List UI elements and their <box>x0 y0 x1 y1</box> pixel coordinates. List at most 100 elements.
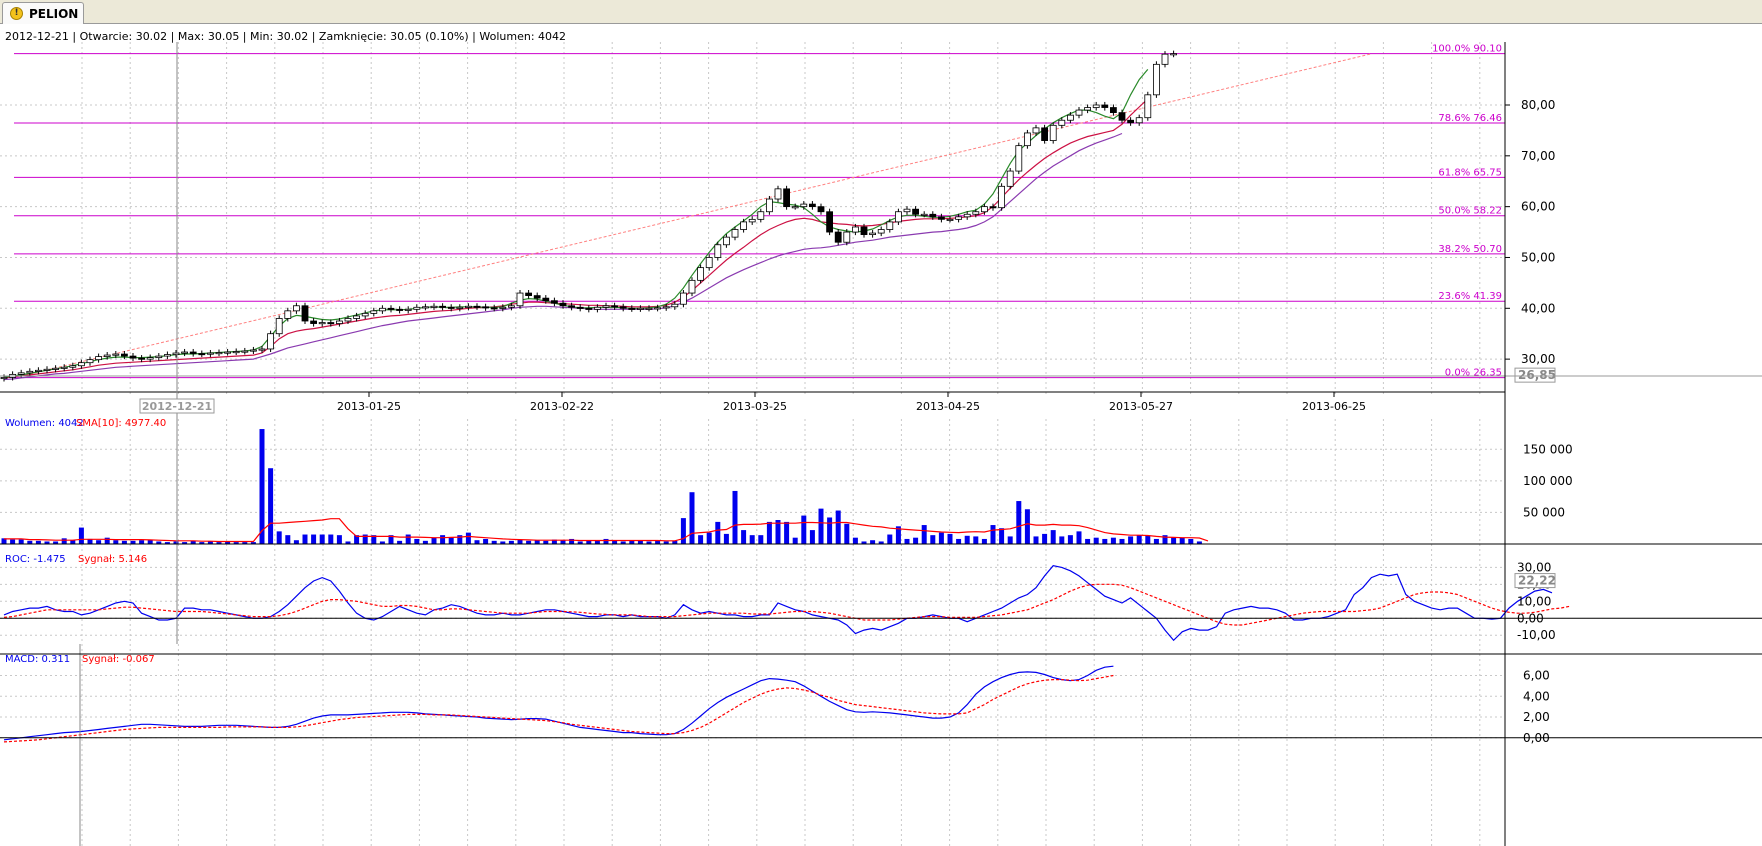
candle <box>378 307 386 312</box>
volume-bar <box>405 534 411 544</box>
candle <box>103 354 111 357</box>
volume-bar <box>603 538 609 544</box>
y-tick-label: 4,00 <box>1523 689 1550 703</box>
volume-bar <box>930 535 936 544</box>
candle <box>404 308 412 311</box>
cursor-date-label: 2012-12-21 <box>142 400 212 413</box>
volume-bar <box>311 534 317 544</box>
last-price-label: 26,85 <box>1518 368 1556 382</box>
sma-long-line <box>3 132 1123 381</box>
y-tick-label: 2,00 <box>1523 710 1550 724</box>
candle <box>370 310 378 314</box>
volume-bar <box>1033 536 1039 544</box>
candle <box>1118 112 1126 121</box>
candle <box>1135 117 1143 124</box>
volume-legend: Wolumen: 4042 <box>5 418 84 429</box>
candle <box>525 292 532 296</box>
candle <box>1032 127 1040 134</box>
y-tick-label: 30,00 <box>1517 560 1551 574</box>
trend-line <box>19 53 1373 377</box>
candle <box>576 306 584 309</box>
volume-bar <box>852 537 858 544</box>
sma-short-line <box>3 69 1149 378</box>
fib-level-label: 78.6% 76.46 <box>1438 113 1502 124</box>
volume-bar <box>784 521 790 544</box>
candle <box>292 305 300 312</box>
candle <box>172 352 180 355</box>
candle <box>1024 132 1031 147</box>
candle <box>275 318 283 335</box>
volume-bar <box>61 538 67 544</box>
candle <box>662 306 670 309</box>
volume-bar <box>1059 536 1065 544</box>
volume-bar <box>715 521 721 544</box>
volume-bar <box>723 533 729 544</box>
volume-bar <box>844 523 850 544</box>
roc-legend: ROC: -1.475 <box>5 554 66 565</box>
y-tick-label: 150 000 <box>1523 442 1573 456</box>
y-tick-label: 30,00 <box>1521 352 1555 366</box>
roc-signal-legend: Sygnał: 5.146 <box>78 554 147 565</box>
stock-chart[interactable]: 100.0% 90.10 78.6% 76.46 61.8% 65.75 50.0% … <box>0 24 1762 846</box>
candle <box>611 305 618 308</box>
candle <box>249 349 257 352</box>
volume-bar <box>827 517 833 544</box>
volume-bar <box>18 539 24 544</box>
candle <box>1049 124 1057 141</box>
volume-bar <box>680 518 686 544</box>
candle <box>1075 109 1083 116</box>
candle <box>353 315 361 319</box>
candle <box>138 357 146 360</box>
volume-sma-legend: SMA[10]: 4977.40 <box>76 418 166 429</box>
candle <box>826 211 833 233</box>
candle <box>1127 119 1134 124</box>
candle <box>766 198 773 213</box>
tab-pelion[interactable]: ! PELION <box>2 2 84 24</box>
candle <box>843 231 851 243</box>
candle <box>740 221 747 230</box>
candle <box>542 297 550 302</box>
candle <box>198 353 206 356</box>
candle <box>206 352 214 355</box>
y-tick-label: -10,00 <box>1517 628 1556 642</box>
x-tick-label: 2013-04-25 <box>916 400 980 413</box>
candle <box>551 300 558 304</box>
volume-bar <box>835 510 841 544</box>
volume-bar <box>1102 538 1108 544</box>
x-tick-label: 2013-02-22 <box>530 400 594 413</box>
y-tick-label: 100 000 <box>1523 474 1573 488</box>
candle <box>800 203 808 208</box>
volume-bar <box>1076 531 1082 544</box>
candle <box>877 229 885 234</box>
macd-signal-line <box>3 674 1114 743</box>
volume-bar <box>698 535 704 544</box>
volume-bar <box>293 540 299 544</box>
candle <box>1110 107 1117 114</box>
candle <box>645 307 653 310</box>
candle <box>602 305 610 308</box>
volume-bar <box>483 538 489 544</box>
volume-bar <box>139 540 145 544</box>
candle <box>430 305 438 308</box>
candle <box>1161 53 1169 65</box>
candle <box>43 368 51 371</box>
sma-mid-line <box>3 98 1149 379</box>
candle <box>1058 119 1066 126</box>
fib-level-label: 0.0% 26.35 <box>1445 368 1502 379</box>
tab-label: PELION <box>29 7 79 21</box>
volume-bar <box>96 540 102 544</box>
volume-bar <box>749 535 755 544</box>
candle <box>852 226 859 233</box>
candle <box>35 369 42 372</box>
candle <box>972 211 980 215</box>
candle <box>946 218 954 221</box>
candle <box>155 355 163 359</box>
candle <box>232 351 240 354</box>
info-bar: 2012-12-21 | Otwarcie: 30.02 | Max: 30.0… <box>5 30 566 43</box>
candle <box>637 307 644 310</box>
candle <box>421 306 429 309</box>
candle <box>568 305 575 308</box>
candle <box>284 310 292 319</box>
volume-bar <box>10 539 16 544</box>
volume-bar <box>465 532 471 544</box>
